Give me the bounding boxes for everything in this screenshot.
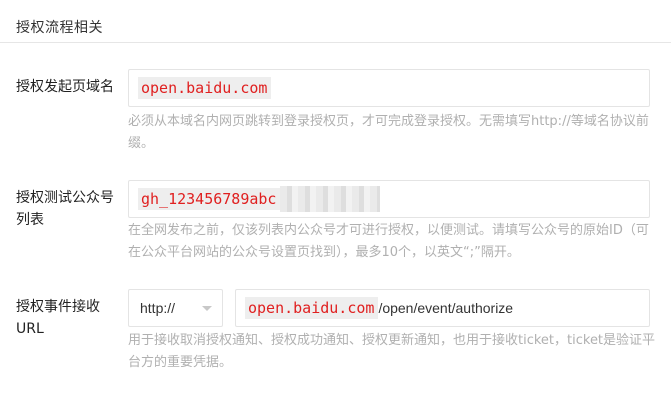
event-url-input[interactable]: open.baidu.com /open/event/authorize — [235, 289, 650, 327]
section-divider — [0, 42, 671, 43]
protocol-value: http:// — [140, 300, 176, 316]
protocol-select[interactable]: http:// — [128, 289, 223, 327]
test-accounts-input[interactable]: gh_123456789abc — [128, 180, 650, 218]
chevron-down-icon — [202, 305, 212, 311]
event-url-path: /open/event/authorize — [378, 300, 514, 316]
test-accounts-hint: 在全网发布之前，仅该列表内公众号才可进行授权，以便测试。请填写公众号的原始ID（… — [128, 223, 649, 260]
event-url-hint: 用于接收取消授权通知、授权成功通知、授权更新通知，也用于接收ticket，tic… — [128, 333, 656, 370]
event-url-label: 授权事件接收URL — [16, 299, 100, 337]
section-title: 授权流程相关 — [16, 20, 103, 36]
redacted-text — [280, 186, 381, 212]
domain-label: 授权发起页域名 — [16, 79, 114, 95]
test-accounts-label: 授权测试公众号列表 — [16, 190, 114, 228]
test-account-value: gh_123456789abc — [138, 188, 281, 210]
domain-hint: 必须从本域名内网页跳转到登录授权页，才可完成登录授权。无需填写http://等域… — [128, 114, 649, 151]
event-url-domain: open.baidu.com — [245, 297, 379, 319]
domain-value: open.baidu.com — [138, 77, 272, 99]
domain-input[interactable]: open.baidu.com — [128, 69, 650, 107]
authorization-settings-panel: 授权流程相关 授权发起页域名 open.baidu.com 必须从本域名内网页跳… — [0, 0, 671, 406]
